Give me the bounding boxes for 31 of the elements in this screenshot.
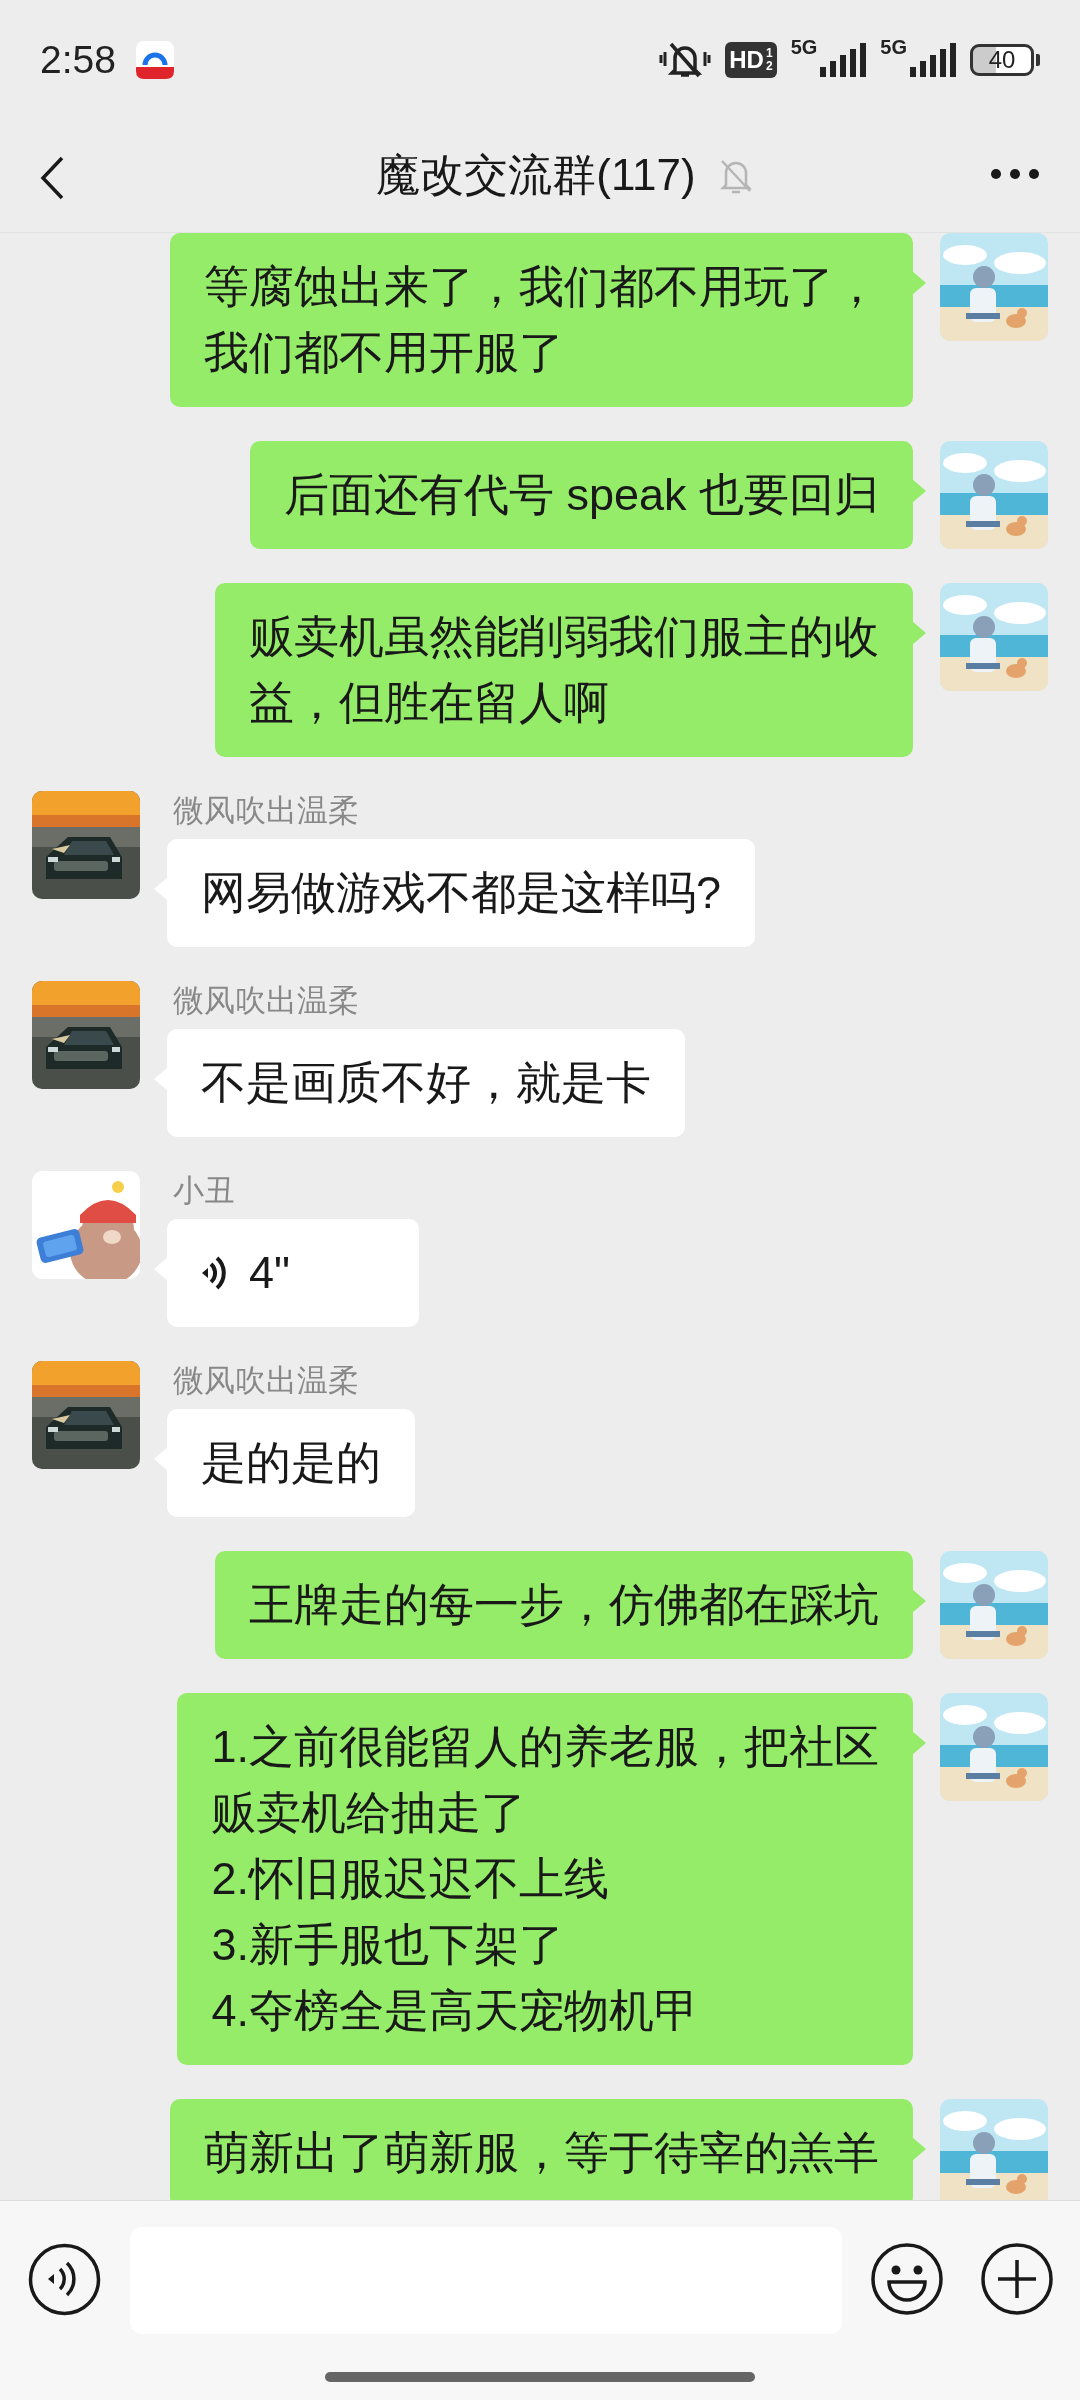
more-icon <box>990 167 1040 180</box>
message-text: 1.之前很能留人的养老服，把社区 <box>211 1719 879 1774</box>
message-text: 萌新出了萌新服，等于待宰的羔羊 <box>204 2125 879 2180</box>
message-text: 4.夺榜全是高天宠物机甲 <box>211 1983 700 2038</box>
signal-icon <box>818 42 867 77</box>
message-text: 我们都不用开服了 <box>204 325 565 380</box>
network-label: 5G <box>790 36 818 57</box>
sender-name: 小丑 <box>173 1171 235 1210</box>
chat-title: 魔改交流群(117) <box>376 149 696 202</box>
message-text: 益，但胜在留人啊 <box>249 675 610 730</box>
message-text: 网易做游戏不都是这样吗? <box>201 865 722 920</box>
message-text: 王牌走的每一步，仿佛都在踩坑 <box>249 1577 879 1632</box>
sender-name: 微风吹出温柔 <box>173 1361 359 1400</box>
message-text: 贩卖机虽然能削弱我们服主的收 <box>249 609 879 664</box>
message-text: 2.怀旧服迟迟不上线 <box>211 1851 610 1906</box>
message-text: 不是画质不好，就是卡 <box>201 1055 651 1110</box>
sender-name: 微风吹出温柔 <box>173 791 359 830</box>
message-text: 是的是的 <box>201 1435 381 1490</box>
battery-indicator: 40 <box>970 43 1034 76</box>
message-text: 3.新手服也下架了 <box>211 1917 565 1972</box>
app-icon <box>135 40 174 79</box>
back-icon <box>40 155 64 200</box>
sender-name: 微风吹出温柔 <box>173 981 359 1020</box>
message-text: 后面还有代号 speak 也要回归 <box>283 467 879 522</box>
home-indicator[interactable] <box>325 2372 755 2383</box>
status-time: 2:58 <box>40 37 116 82</box>
network-label: 5G <box>880 36 907 57</box>
message-text: 贩卖机给抽走了 <box>211 1785 528 1840</box>
signal-icon <box>908 42 956 77</box>
voice-message[interactable]: 4" <box>167 1218 419 1327</box>
message-text: 等腐蚀出来了，我们都不用玩了， <box>204 259 879 314</box>
